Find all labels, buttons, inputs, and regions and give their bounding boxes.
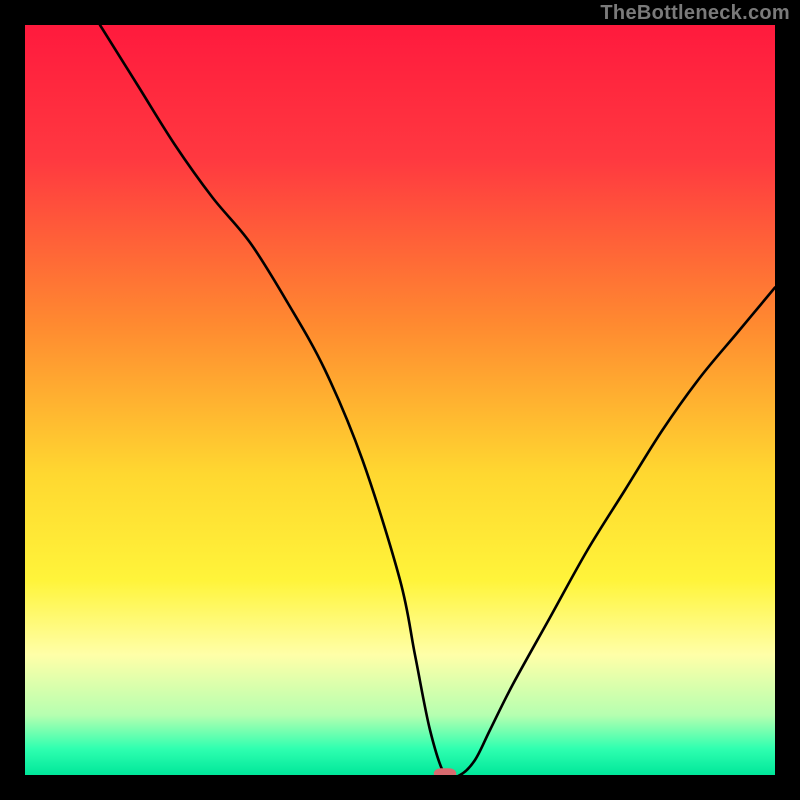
chart-frame: TheBottleneck.com: [0, 0, 800, 800]
bottleneck-plot: [25, 25, 775, 775]
optimal-marker: [434, 768, 457, 775]
watermark-text: TheBottleneck.com: [600, 2, 790, 25]
plot-background: [25, 25, 775, 775]
